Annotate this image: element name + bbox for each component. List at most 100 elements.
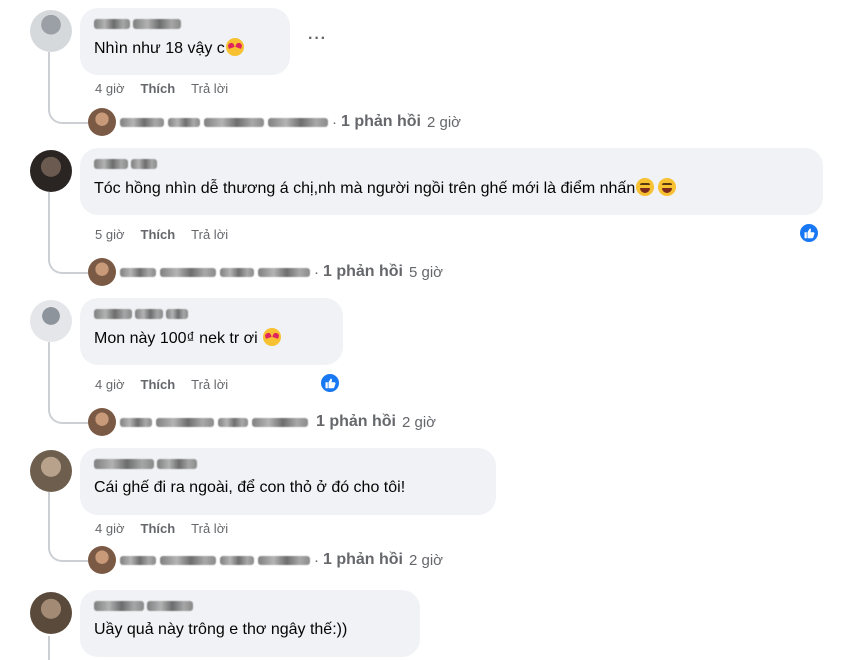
blurred-text [94,459,154,469]
reply-button[interactable]: Trả lời [191,81,228,96]
separator-dot: · [332,113,337,131]
comment-bubble: Tóc hồng nhìn dễ thương á chị,nh mà ngườ… [80,148,823,215]
blurred-text [220,267,254,277]
like-reaction-icon[interactable] [798,222,820,244]
blurred-text [220,555,254,565]
comment-text: Nhìn như 18 vậy c [94,38,276,59]
author-name-blurred[interactable] [94,156,809,172]
comment-text-content: Nhìn như 18 vậy c [94,40,225,57]
thread-line [48,636,50,660]
comment-text: Mon này 100₫ nek tr ơi [94,328,329,349]
comment-bubble: Mon này 100₫ nek tr ơi [80,298,343,365]
blurred-text [120,267,156,277]
comment-text: Cái ghế đi ra ngoài, để con thỏ ở đó cho… [94,478,482,498]
separator-dot: · [314,551,319,569]
avatar[interactable] [30,592,72,634]
comment-text-content: Uầy quả này trông e thơ ngây thế:)) [94,621,348,638]
blurred-text [156,417,214,427]
blurred-text [94,601,144,611]
blurred-text [94,309,132,319]
blurred-text [168,117,200,127]
comment-time[interactable]: 4 giờ [95,377,125,392]
heart-eyes-emoji-icon [225,38,244,56]
blurred-text [147,601,193,611]
blurred-text [157,459,197,469]
blurred-text [268,117,328,127]
comment-actions: 4 giờ Thích Trả lời [95,377,228,392]
more-options-icon[interactable]: ··· [308,30,327,48]
blurred-text [94,159,128,169]
thread-connector [48,106,88,124]
blurred-text [252,417,308,427]
blurred-text [120,417,152,427]
reply-time: 5 giờ [409,263,444,281]
thread-line [48,52,50,106]
author-name-blurred[interactable] [94,16,276,32]
blurred-text [166,309,188,319]
comment-bubble: Uầy quả này trông e thơ ngây thế:)) [80,590,420,657]
thread-connector [48,544,88,562]
reply-button[interactable]: Trả lời [191,377,228,392]
thread-connector [48,256,88,274]
thread-line [48,342,50,406]
avatar[interactable] [30,150,72,192]
author-name-blurred[interactable] [94,598,406,614]
reply-time: 2 giờ [402,413,437,431]
reply-avatar [88,108,116,136]
comment-text-content: Mon này 100₫ nek tr ơi [94,330,258,347]
comment-bubble: Cái ghế đi ra ngoài, để con thỏ ở đó cho… [80,448,496,515]
reply-button[interactable]: Trả lời [191,227,228,242]
view-replies-link[interactable]: · 1 phản hồi 2 giờ [88,546,443,574]
like-button[interactable]: Thích [141,81,176,96]
author-name-blurred[interactable] [94,456,482,472]
grinning-squint-emoji-icon [658,178,677,196]
thread-line [48,492,50,544]
avatar[interactable] [30,450,72,492]
heart-eyes-emoji-icon [263,328,282,346]
blurred-text [258,555,310,565]
like-button[interactable]: Thích [141,521,176,536]
blurred-text [133,19,181,29]
comment-time[interactable]: 4 giờ [95,81,125,96]
comment-text: Uầy quả này trông e thơ ngây thế:)) [94,620,406,640]
comment-text-content: Tóc hồng nhìn dễ thương á chị,nh mà ngườ… [94,180,636,197]
reply-count[interactable]: 1 phản hồi [323,551,403,569]
reply-count[interactable]: 1 phản hồi [316,413,396,431]
blurred-text [218,417,248,427]
view-replies-link[interactable]: · 1 phản hồi 2 giờ [88,108,461,136]
like-reaction-icon[interactable] [319,372,341,394]
reply-time: 2 giờ [409,551,444,569]
comment-time[interactable]: 5 giờ [95,227,125,242]
reply-avatar [88,258,116,286]
blurred-text [160,267,216,277]
reply-avatar [88,546,116,574]
avatar[interactable] [30,300,72,342]
blurred-text [135,309,163,319]
blurred-text [120,555,156,565]
reply-count[interactable]: 1 phản hồi [341,113,421,131]
reply-button[interactable]: Trả lời [191,521,228,536]
view-replies-link[interactable]: · 1 phản hồi 5 giờ [88,258,443,286]
comment-text: Tóc hồng nhìn dễ thương á chị,nh mà ngườ… [94,178,809,199]
like-button[interactable]: Thích [141,377,176,392]
comment-time[interactable]: 4 giờ [95,521,125,536]
thread-line [48,192,50,256]
separator-dot: · [314,263,319,281]
like-button[interactable]: Thích [141,227,176,242]
blurred-text [120,117,164,127]
avatar[interactable] [30,10,72,52]
comment-actions: 4 giờ Thích Trả lời [95,81,228,96]
grinning-squint-emoji-icon [636,178,655,196]
reply-count[interactable]: 1 phản hồi [323,263,403,281]
comment-actions: 4 giờ Thích Trả lời [95,521,228,536]
reply-time: 2 giờ [427,113,462,131]
comment-bubble: Nhìn như 18 vậy c [80,8,290,75]
view-replies-link[interactable]: 1 phản hồi 2 giờ [88,408,436,436]
blurred-text [204,117,264,127]
author-name-blurred[interactable] [94,306,329,322]
comment-text-content: Cái ghế đi ra ngoài, để con thỏ ở đó cho… [94,479,406,496]
reply-avatar [88,408,116,436]
blurred-text [131,159,157,169]
blurred-text [160,555,216,565]
blurred-text [94,19,130,29]
